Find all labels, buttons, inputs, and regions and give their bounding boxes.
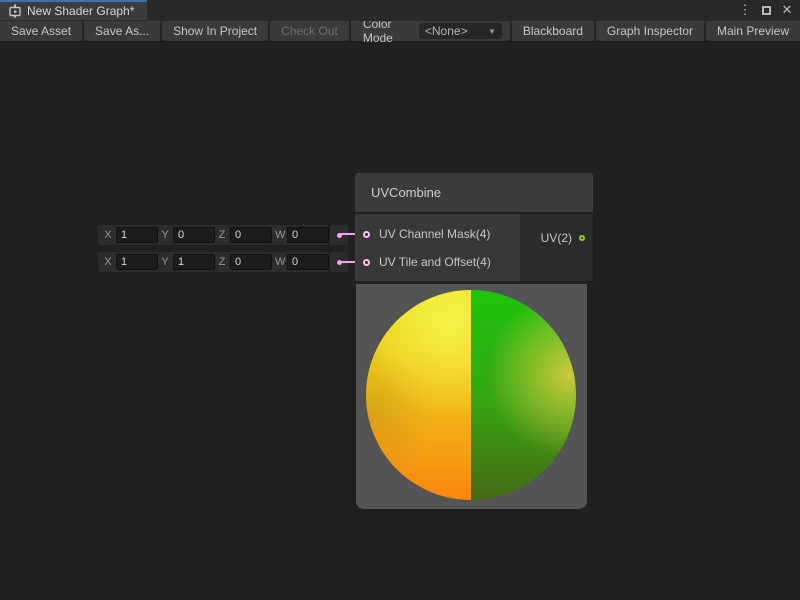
x-input[interactable]: 1 xyxy=(116,254,158,270)
node-preview xyxy=(356,284,587,509)
tab-new-shader-graph[interactable]: New Shader Graph* xyxy=(0,0,147,20)
z-input[interactable]: 0 xyxy=(230,254,272,270)
input-port-row: UV Tile and Offset(4) xyxy=(355,248,520,276)
shader-graph-window: New Shader Graph* ⋮ ✕ Save Asset Save As… xyxy=(0,0,800,600)
z-label: Z xyxy=(218,229,226,241)
main-preview-button[interactable]: Main Preview xyxy=(704,21,800,41)
vector4-input-row-1: X1 Y0 Z0 W0 xyxy=(98,225,348,245)
w-input[interactable]: 0 xyxy=(287,227,329,243)
input-port-label: UV Channel Mask(4) xyxy=(379,227,490,241)
color-mode-label: Color Mode xyxy=(351,21,419,41)
y-label: Y xyxy=(161,256,169,268)
x-label: X xyxy=(104,229,112,241)
tab-bar: New Shader Graph* ⋮ ✕ xyxy=(0,0,800,21)
y-input[interactable]: 0 xyxy=(173,227,215,243)
y-label: Y xyxy=(161,229,169,241)
close-icon[interactable]: ✕ xyxy=(780,2,794,18)
z-label: Z xyxy=(218,256,226,268)
save-asset-button[interactable]: Save Asset xyxy=(0,21,84,41)
node-input-ports: UV Channel Mask(4) UV Tile and Offset(4) xyxy=(355,214,520,281)
w-label: W xyxy=(275,229,283,241)
w-input[interactable]: 0 xyxy=(287,254,329,270)
port-connector[interactable] xyxy=(330,225,348,245)
x-label: X xyxy=(104,256,112,268)
x-input[interactable]: 1 xyxy=(116,227,158,243)
graph-canvas[interactable]: X1 Y0 Z0 W0 X1 Y1 Z0 W0 UVCombine xyxy=(0,42,800,600)
sphere-preview xyxy=(366,290,576,500)
input-port-uv-channel-mask[interactable] xyxy=(363,231,370,238)
sphere-right-half xyxy=(471,290,576,500)
tab-title: New Shader Graph* xyxy=(27,4,134,18)
y-input[interactable]: 1 xyxy=(173,254,215,270)
vector4-input-row-2: X1 Y1 Z0 W0 xyxy=(98,252,348,272)
output-port-uv[interactable] xyxy=(579,235,585,241)
sphere-left-half xyxy=(366,290,471,500)
color-mode-dropdown[interactable]: <None> ▼ xyxy=(419,23,502,39)
show-in-project-button[interactable]: Show In Project xyxy=(162,21,270,41)
input-port-row: UV Channel Mask(4) xyxy=(355,220,520,248)
node-output-ports: UV(2) xyxy=(520,214,593,281)
toolbar: Save Asset Save As... Show In Project Ch… xyxy=(0,21,800,42)
check-out-button[interactable]: Check Out xyxy=(270,21,351,41)
input-port-label: UV Tile and Offset(4) xyxy=(379,255,491,269)
node-uvcombine[interactable]: UVCombine UV Channel Mask(4) UV Tile and… xyxy=(355,173,593,509)
z-input[interactable]: 0 xyxy=(230,227,272,243)
kebab-menu-icon[interactable]: ⋮ xyxy=(738,2,752,18)
chevron-down-icon: ▼ xyxy=(488,27,496,36)
output-port-row: UV(2) xyxy=(541,224,585,252)
maximize-icon[interactable] xyxy=(759,2,773,18)
node-title: UVCombine xyxy=(355,173,593,212)
shader-graph-icon xyxy=(8,4,22,18)
w-label: W xyxy=(275,256,283,268)
vector4-fields: X1 Y1 Z0 W0 xyxy=(98,252,328,272)
color-mode-value: <None> xyxy=(425,24,468,38)
save-as-button[interactable]: Save As... xyxy=(84,21,162,41)
input-port-uv-tile-offset[interactable] xyxy=(363,259,370,266)
output-port-label: UV(2) xyxy=(541,231,572,245)
graph-inspector-button[interactable]: Graph Inspector xyxy=(594,21,704,41)
node-body: UV Channel Mask(4) UV Tile and Offset(4)… xyxy=(355,214,593,281)
vector4-fields: X1 Y0 Z0 W0 xyxy=(98,225,328,245)
blackboard-button[interactable]: Blackboard xyxy=(510,21,594,41)
window-controls: ⋮ ✕ xyxy=(738,0,800,20)
